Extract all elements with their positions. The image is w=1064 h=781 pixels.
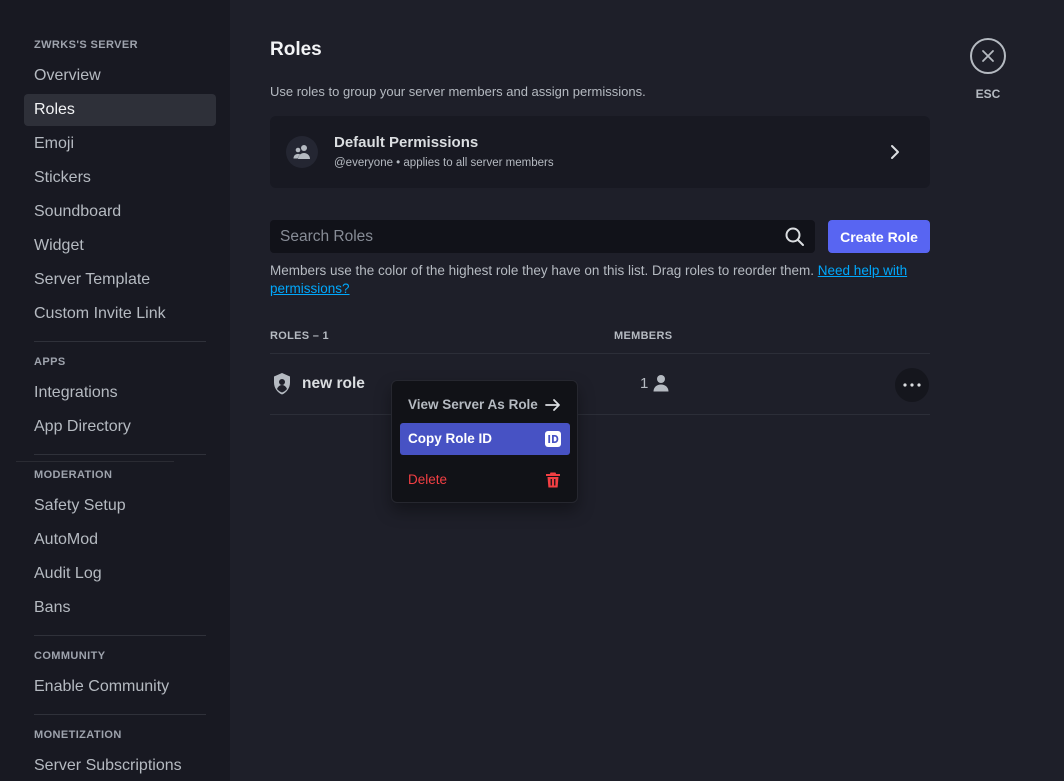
trash-icon	[544, 471, 562, 494]
sidebar-item-app-directory[interactable]: App Directory	[24, 411, 216, 443]
search-icon[interactable]	[784, 226, 805, 252]
page-title: Roles	[270, 39, 322, 60]
menu-item-copy-role-id[interactable]: Copy Role ID	[400, 423, 570, 455]
sidebar-item-custom-invite-link[interactable]: Custom Invite Link	[24, 298, 216, 330]
default-permissions-title: Default Permissions	[334, 134, 479, 151]
column-header-members: MEMBERS	[614, 330, 673, 342]
roles-help-text: Members use the color of the highest rol…	[270, 262, 930, 298]
sidebar-item-safety-setup[interactable]: Safety Setup	[24, 490, 216, 522]
chevron-right-icon	[887, 143, 903, 166]
sidebar-header-community: COMMUNITY	[34, 650, 106, 662]
sidebar-item-emoji[interactable]: Emoji	[24, 128, 216, 160]
sidebar-divider	[34, 714, 206, 715]
role-member-count: 1	[640, 375, 649, 392]
search-bar	[270, 220, 815, 253]
menu-item-label: Delete	[408, 472, 448, 487]
page-description: Use roles to group your server members a…	[270, 84, 646, 99]
more-options-button[interactable]	[895, 368, 929, 402]
close-settings: ESC	[968, 38, 1008, 101]
menu-item-view-server-as-role[interactable]: View Server As Role	[400, 389, 570, 421]
sidebar-item-roles[interactable]: Roles	[24, 94, 216, 126]
menu-item-delete[interactable]: Delete	[400, 464, 570, 496]
sidebar-header-server: ZWRKS'S SERVER	[34, 39, 138, 51]
shield-icon	[272, 372, 292, 401]
close-icon	[982, 50, 994, 62]
sidebar-item-enable-community[interactable]: Enable Community	[24, 671, 216, 703]
sidebar-item-bans[interactable]: Bans	[24, 592, 216, 624]
id-icon	[544, 430, 562, 453]
role-row[interactable]: new role 1	[270, 354, 930, 414]
sidebar-divider	[34, 454, 206, 455]
arrow-right-icon	[544, 396, 562, 419]
sidebar-header-apps: APPS	[34, 356, 66, 368]
member-icon	[652, 374, 670, 397]
default-permissions-subtitle: @everyone • applies to all server member…	[334, 157, 554, 169]
column-header-roles: ROLES – 1	[270, 330, 329, 342]
close-button[interactable]	[970, 38, 1006, 74]
sidebar-item-overview[interactable]: Overview	[24, 60, 216, 92]
sidebar-divider	[34, 635, 206, 636]
create-role-button[interactable]: Create Role	[828, 220, 930, 253]
sidebar-item-stickers[interactable]: Stickers	[24, 162, 216, 194]
esc-label: ESC	[975, 87, 1001, 101]
sidebar-item-server-template[interactable]: Server Template	[24, 264, 216, 296]
table-divider	[270, 414, 930, 415]
sidebar-item-integrations[interactable]: Integrations	[24, 377, 216, 409]
default-permissions-card[interactable]: Default Permissions @everyone • applies …	[270, 116, 930, 188]
role-context-menu: View Server As Role Copy Role ID Delete	[391, 380, 578, 503]
help-text-body: Members use the color of the highest rol…	[270, 263, 815, 278]
menu-separator	[16, 461, 174, 462]
sidebar-item-automod[interactable]: AutoMod	[24, 524, 216, 556]
sidebar-item-audit-log[interactable]: Audit Log	[24, 558, 216, 590]
settings-sidebar: ZWRKS'S SERVER Overview Roles Emoji Stic…	[0, 0, 230, 781]
roles-page: Roles Use roles to group your server mem…	[270, 0, 930, 781]
sidebar-divider	[34, 341, 206, 342]
menu-item-label: View Server As Role	[408, 397, 538, 412]
sidebar-header-monetization: MONETIZATION	[34, 729, 122, 741]
more-dots-icon	[903, 383, 921, 387]
search-input[interactable]	[270, 220, 775, 253]
sidebar-item-soundboard[interactable]: Soundboard	[24, 196, 216, 228]
members-icon	[286, 136, 318, 168]
sidebar-header-moderation: MODERATION	[34, 469, 113, 481]
sidebar-item-server-subscriptions[interactable]: Server Subscriptions	[24, 750, 216, 781]
role-name: new role	[302, 375, 365, 392]
sidebar-item-widget[interactable]: Widget	[24, 230, 216, 262]
menu-item-label: Copy Role ID	[408, 431, 493, 446]
